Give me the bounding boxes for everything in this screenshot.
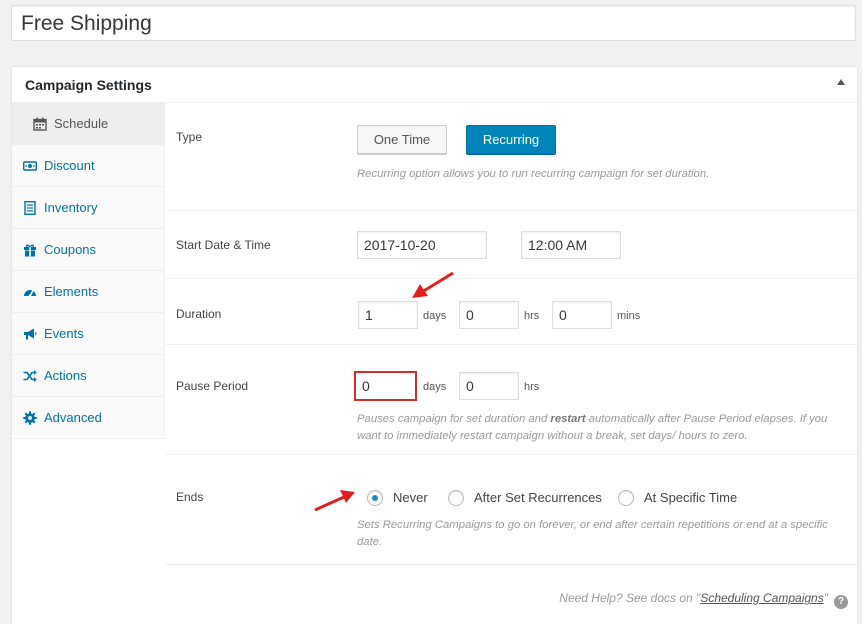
sidebar-item-label: Inventory — [44, 200, 98, 215]
sidebar-item-label: Discount — [44, 158, 95, 173]
ends-never-label[interactable]: Never — [393, 490, 428, 505]
shuffle-icon — [23, 369, 37, 383]
days-unit: days — [423, 310, 447, 322]
sidebar-item-discount[interactable]: Discount — [12, 145, 165, 187]
duration-row: Duration days hrs mins — [166, 279, 857, 345]
sidebar-item-coupons[interactable]: Coupons — [12, 229, 165, 271]
help-icon[interactable]: ? — [834, 595, 848, 609]
recurring-button[interactable]: Recurring — [466, 125, 556, 154]
megaphone-icon — [23, 327, 37, 341]
sidebar-item-label: Actions — [44, 368, 87, 383]
ends-row: Ends Never After Set Recurrences At Spec… — [166, 455, 857, 565]
duration-label: Duration — [176, 307, 222, 321]
pause-hrs-input[interactable] — [459, 372, 519, 400]
sidebar-item-label: Coupons — [44, 242, 97, 257]
hrs-unit: hrs — [524, 381, 540, 393]
money-icon — [23, 159, 37, 173]
sidebar-item-actions[interactable]: Actions — [12, 355, 165, 397]
ends-specific-time-radio[interactable] — [618, 490, 634, 506]
list-icon — [23, 201, 37, 215]
collapse-toggle-icon[interactable] — [837, 79, 845, 85]
campaign-settings-panel: Campaign Settings Schedule Discount Inve… — [11, 66, 858, 624]
one-time-button[interactable]: One Time — [357, 125, 447, 154]
sidebar-item-inventory[interactable]: Inventory — [12, 187, 165, 229]
ends-description: Sets Recurring Campaigns to go on foreve… — [357, 519, 828, 548]
panel-title: Campaign Settings — [25, 77, 152, 93]
ends-never-radio[interactable] — [367, 490, 383, 506]
start-date-input[interactable] — [357, 231, 487, 259]
calendar-icon — [33, 117, 47, 131]
duration-hrs-input[interactable] — [459, 301, 519, 329]
pause-row: Pause Period days hrs Pauses campaign fo… — [166, 345, 857, 455]
mins-unit: mins — [617, 310, 641, 322]
days-unit: days — [423, 381, 447, 393]
sidebar-item-elements[interactable]: Elements — [12, 271, 165, 313]
sidebar-item-events[interactable]: Events — [12, 313, 165, 355]
type-description: Recurring option allows you to run recur… — [357, 168, 710, 180]
start-time-input[interactable] — [521, 231, 621, 259]
gift-icon — [23, 243, 37, 257]
sidebar-item-label: Elements — [44, 284, 99, 299]
sidebar-item-advanced[interactable]: Advanced — [12, 397, 165, 439]
campaign-title-text: Free Shipping — [21, 12, 152, 35]
sidebar-item-label: Events — [44, 326, 84, 341]
scheduling-campaigns-link[interactable]: Scheduling Campaigns — [700, 591, 823, 605]
help-text: Need Help? See docs on "Scheduling Campa… — [559, 591, 848, 609]
settings-sidebar: Schedule Discount Inventory Coupons Elem… — [12, 103, 165, 439]
campaign-title-field[interactable]: Free Shipping — [11, 5, 856, 41]
dashboard-icon — [23, 285, 37, 299]
type-row: Type One Time Recurring Recurring option… — [166, 103, 857, 211]
duration-mins-input[interactable] — [552, 301, 612, 329]
pause-label: Pause Period — [176, 379, 249, 393]
gear-icon — [23, 411, 37, 425]
sidebar-item-label: Advanced — [44, 410, 102, 425]
ends-after-recurrences-label[interactable]: After Set Recurrences — [474, 490, 602, 505]
pause-days-input[interactable] — [354, 371, 417, 401]
duration-days-input[interactable] — [358, 301, 418, 329]
ends-specific-time-label[interactable]: At Specific Time — [644, 490, 737, 505]
start-label: Start Date & Time — [176, 238, 271, 252]
hrs-unit: hrs — [524, 310, 540, 322]
start-row: Start Date & Time — [166, 211, 857, 279]
ends-label: Ends — [176, 490, 204, 504]
panel-header[interactable]: Campaign Settings — [12, 67, 857, 103]
type-label: Type — [176, 130, 203, 144]
sidebar-item-label: Schedule — [54, 116, 109, 131]
ends-after-recurrences-radio[interactable] — [448, 490, 464, 506]
sidebar-item-schedule[interactable]: Schedule — [12, 103, 165, 145]
pause-description: Pauses campaign for set duration and res… — [357, 413, 828, 442]
